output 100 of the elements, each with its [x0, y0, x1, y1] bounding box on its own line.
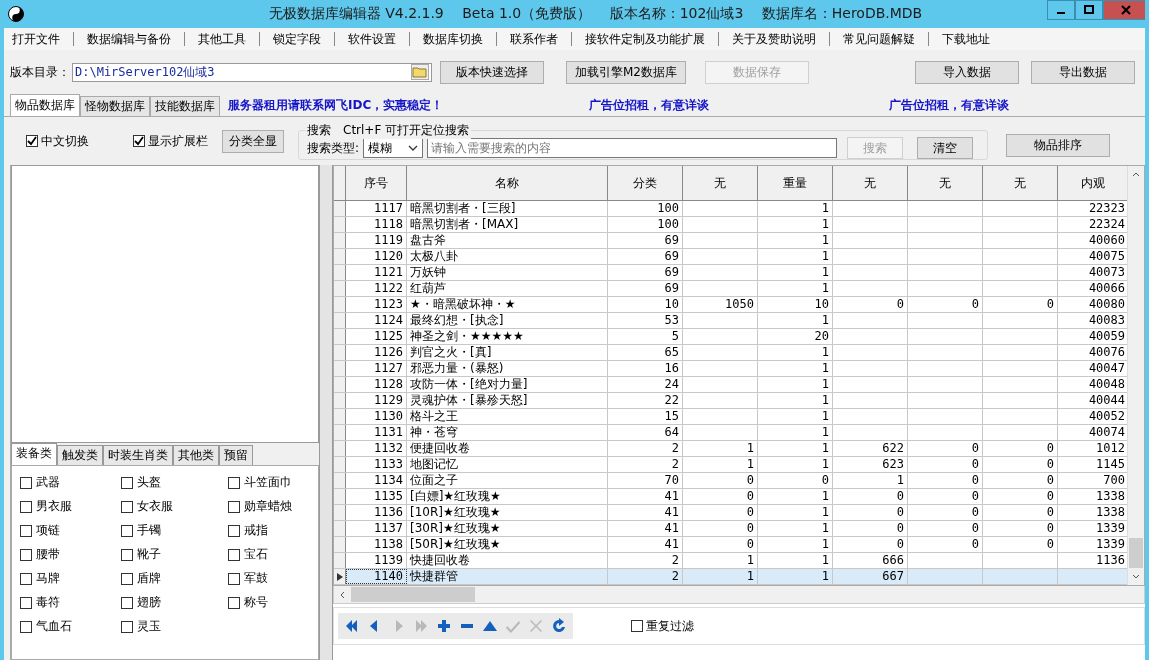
row-header-cell[interactable] [334, 265, 346, 280]
row-header-cell[interactable] [334, 313, 346, 328]
checkbox[interactable] [631, 620, 643, 632]
checkbox[interactable] [133, 135, 145, 147]
menu-item[interactable]: 打开文件 [12, 30, 60, 48]
checkbox[interactable] [20, 572, 32, 585]
checkbox[interactable] [20, 500, 32, 513]
splitter-handle[interactable] [319, 165, 333, 660]
maximize-button[interactable] [1075, 0, 1103, 20]
checkbox[interactable] [228, 476, 240, 489]
menu-item[interactable]: 常见问题解疑 [843, 30, 915, 48]
search-field[interactable]: 请输入需要搜索的内容 [427, 138, 838, 158]
first-record-icon[interactable] [344, 618, 360, 634]
menu-item[interactable]: 数据库切换 [423, 30, 483, 48]
toolbar-button[interactable]: 导出数据 [1031, 60, 1135, 84]
row-header-cell[interactable] [334, 521, 346, 536]
checkbox[interactable] [121, 572, 133, 585]
menu-item[interactable]: 数据编辑与备份 [87, 30, 171, 48]
column-header[interactable]: 重量 [758, 166, 833, 200]
row-header-cell[interactable] [334, 553, 346, 568]
checkbox[interactable] [228, 596, 240, 609]
menu-item[interactable]: 接软件定制及功能扩展 [585, 30, 705, 48]
column-header[interactable]: 无 [983, 166, 1058, 200]
row-header-cell[interactable] [334, 329, 346, 344]
category-tab[interactable]: 时装生肖类 [103, 445, 173, 465]
table-cell: 1131 [374, 425, 403, 440]
toolbar-button[interactable]: 加载引擎M2数据库 [566, 60, 686, 84]
column-header[interactable]: 无 [683, 166, 758, 200]
directory-field[interactable]: D:\MirServer102仙域3 [72, 62, 432, 82]
row-header-cell[interactable] [334, 425, 346, 440]
clear-button[interactable]: 清空 [917, 137, 974, 159]
column-header[interactable]: 序号 [346, 166, 407, 200]
row-header-cell[interactable] [334, 505, 346, 520]
row-header-cell[interactable] [334, 233, 346, 248]
category-tab[interactable]: 其他类 [173, 445, 219, 465]
horizontal-scroll-thumb[interactable] [351, 587, 475, 602]
scroll-up-icon[interactable] [1132, 172, 1140, 177]
close-button[interactable] [1103, 0, 1145, 20]
checkbox[interactable] [20, 596, 32, 609]
menu-item[interactable]: 联系作者 [510, 30, 558, 48]
checkbox[interactable] [228, 524, 240, 537]
checkbox[interactable] [121, 524, 133, 537]
menu-item[interactable]: 关于及赞助说明 [732, 30, 816, 48]
row-header-cell[interactable] [334, 297, 346, 312]
row-header-cell[interactable] [334, 201, 346, 216]
row-header-cell[interactable] [334, 537, 346, 552]
checkbox[interactable] [228, 548, 240, 561]
row-header-cell[interactable] [334, 393, 346, 408]
row-header-cell[interactable] [334, 409, 346, 424]
menu-item[interactable]: 软件设置 [348, 30, 396, 48]
menu-item[interactable]: 下载地址 [942, 30, 990, 48]
database-tab[interactable]: 怪物数据库 [80, 96, 150, 116]
vertical-scroll-thumb[interactable] [1129, 538, 1143, 568]
show-all-button[interactable]: 分类全显 [222, 129, 284, 153]
checkbox[interactable] [121, 476, 133, 489]
menu-item[interactable]: 其他工具 [198, 30, 246, 48]
table-cell: 0 [971, 297, 979, 312]
scroll-left-icon[interactable] [340, 590, 345, 599]
row-header-cell[interactable] [334, 473, 346, 488]
refresh-icon[interactable] [551, 618, 567, 634]
checkbox[interactable] [228, 572, 240, 585]
toolbar-button[interactable]: 导入数据 [915, 60, 1019, 84]
category-tab[interactable]: 触发类 [57, 445, 103, 465]
table-cell: 100 [657, 217, 679, 232]
sort-button[interactable]: 物品排序 [1006, 133, 1110, 157]
row-header-cell[interactable] [334, 249, 346, 264]
category-tab[interactable]: 预留 [219, 445, 253, 465]
row-header-cell[interactable] [334, 377, 346, 392]
checkbox[interactable] [20, 524, 32, 537]
add-icon[interactable] [436, 618, 452, 634]
row-header-cell[interactable] [334, 569, 346, 584]
checkbox[interactable] [121, 620, 133, 633]
database-tab[interactable]: 物品数据库 [10, 94, 80, 116]
checkbox[interactable] [20, 620, 32, 633]
category-tab[interactable]: 装备类 [11, 443, 57, 465]
checkbox[interactable] [228, 500, 240, 513]
row-header-cell[interactable] [334, 281, 346, 296]
row-header-cell[interactable] [334, 345, 346, 360]
toolbar-button[interactable]: 版本快速选择 [440, 60, 544, 84]
checkbox[interactable] [20, 476, 32, 489]
row-header-cell[interactable] [334, 217, 346, 232]
row-header-cell[interactable] [334, 489, 346, 504]
minimize-button[interactable] [1047, 0, 1075, 20]
search-type-dropdown[interactable]: 模糊 [363, 138, 424, 158]
checkbox[interactable] [121, 500, 133, 513]
row-header-cell[interactable] [334, 441, 346, 456]
column-header[interactable]: 名称 [407, 166, 608, 200]
checkbox[interactable] [121, 596, 133, 609]
checkbox[interactable] [121, 548, 133, 561]
database-tab[interactable]: 技能数据库 [150, 96, 220, 116]
row-header-cell[interactable] [334, 457, 346, 472]
menu-item[interactable]: 锁定字段 [273, 30, 321, 48]
column-header[interactable]: 无 [908, 166, 983, 200]
checkbox[interactable] [20, 548, 32, 561]
checkbox[interactable] [26, 135, 38, 147]
table-cell: 1135 [374, 489, 403, 504]
column-header[interactable]: 分类 [608, 166, 683, 200]
scroll-down-icon[interactable] [1132, 574, 1140, 579]
row-header-cell[interactable] [334, 361, 346, 376]
column-header[interactable]: 无 [833, 166, 908, 200]
